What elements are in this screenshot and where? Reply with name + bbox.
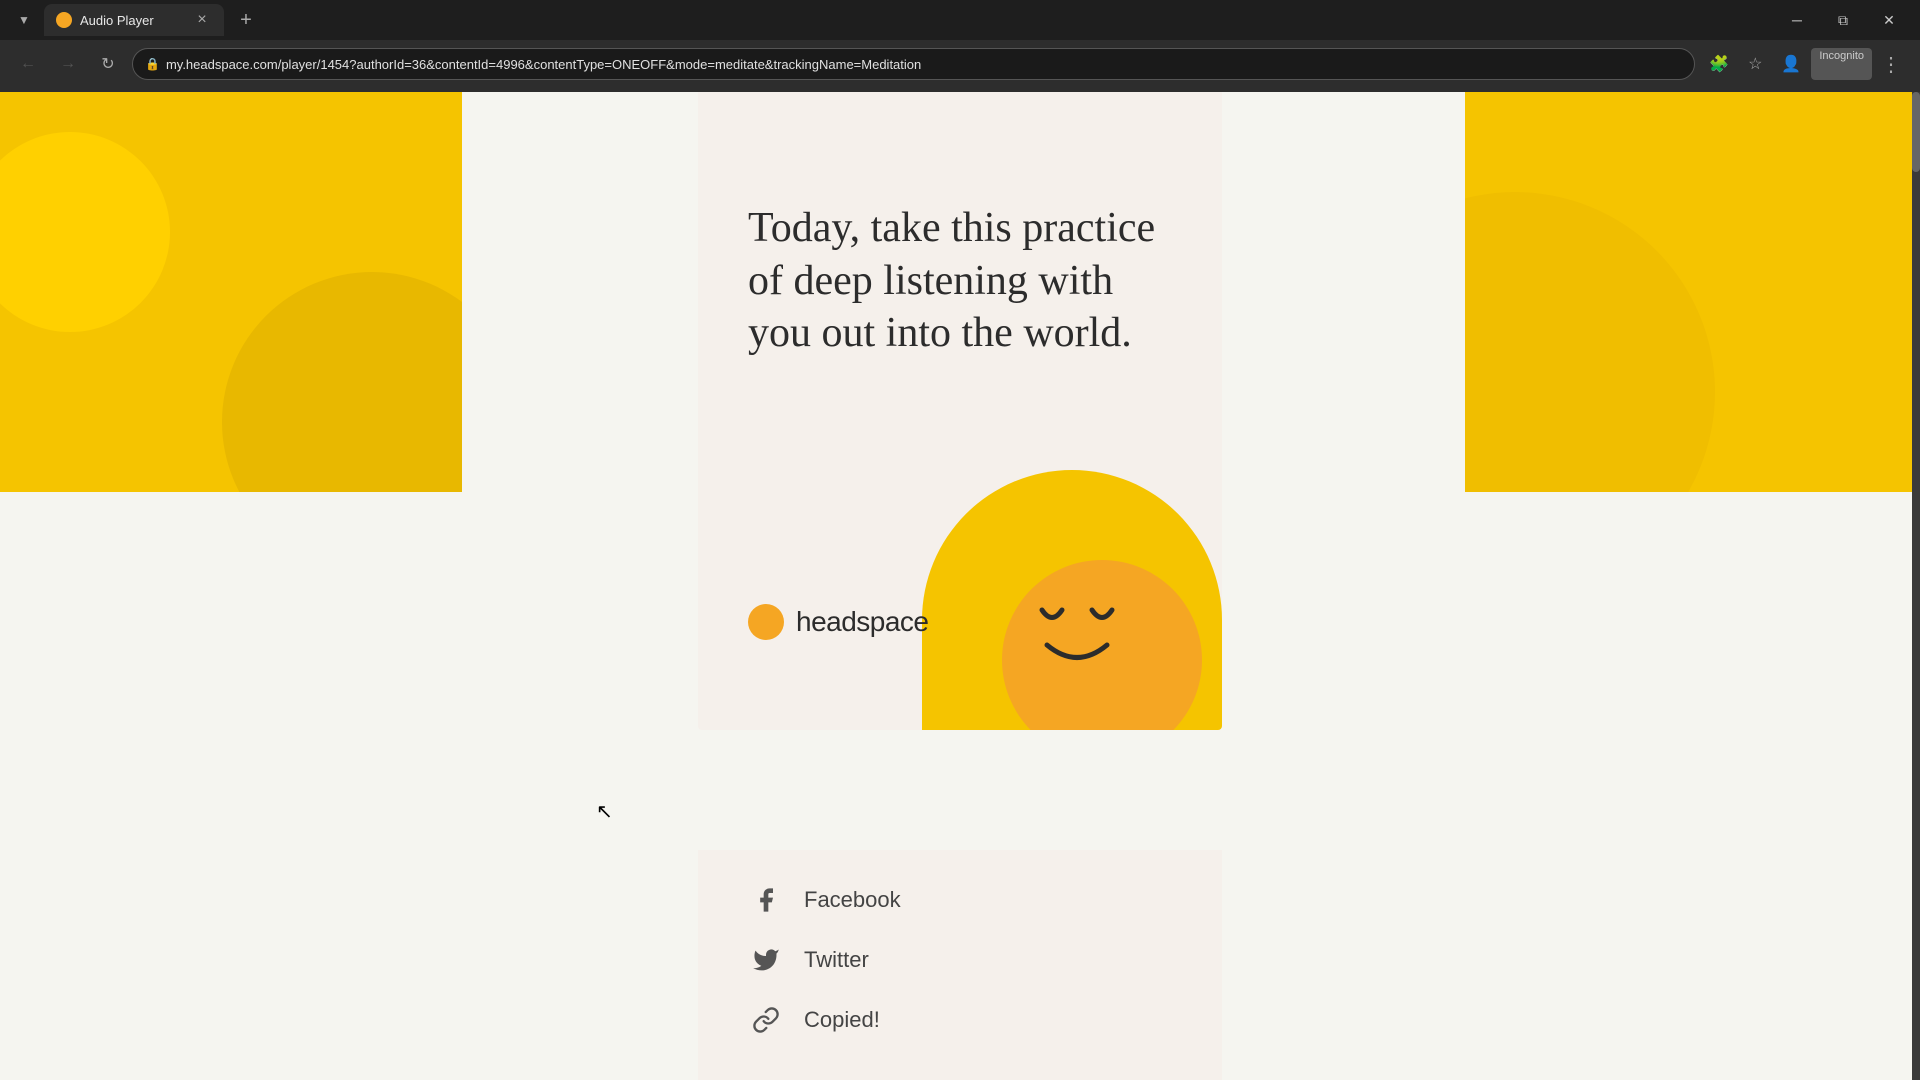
title-bar: ▼ Audio Player × + ─ ⧉ ✕ xyxy=(0,0,1920,40)
reload-icon: ↻ xyxy=(101,54,114,74)
new-tab-button[interactable]: + xyxy=(232,6,260,34)
nav-bar: ← → ↻ 🔒 my.headspace.com/player/1454?aut… xyxy=(0,40,1920,88)
incognito-badge: Incognito xyxy=(1811,48,1872,80)
link-icon xyxy=(748,1002,784,1038)
mouse-cursor: ↖ xyxy=(596,799,613,824)
yellow-bg-right xyxy=(1465,92,1920,492)
tab-title: Audio Player xyxy=(80,13,184,28)
url-text: my.headspace.com/player/1454?authorId=36… xyxy=(166,57,1682,72)
lock-icon: 🔒 xyxy=(145,57,160,71)
user-button[interactable]: 👤 xyxy=(1775,48,1807,80)
quote-text: Today, take this practice of deep listen… xyxy=(748,202,1172,360)
center-card: Today, take this practice of deep listen… xyxy=(698,92,1222,730)
tab-close-button[interactable]: × xyxy=(192,10,212,30)
facebook-icon xyxy=(748,882,784,918)
copied-label: Copied! xyxy=(804,1007,880,1033)
browser-chrome: ▼ Audio Player × + ─ ⧉ ✕ ← → ↻ 🔒 my.head… xyxy=(0,0,1920,92)
user-icon: 👤 xyxy=(1781,54,1801,74)
menu-button[interactable]: ⋮ xyxy=(1876,48,1908,80)
scrollbar-thumb[interactable] xyxy=(1912,92,1920,172)
scrollbar[interactable] xyxy=(1912,92,1920,1080)
page-content: Today, take this practice of deep listen… xyxy=(0,92,1920,1080)
yellow-bg-left xyxy=(0,92,462,492)
address-bar[interactable]: 🔒 my.headspace.com/player/1454?authorId=… xyxy=(132,48,1695,80)
social-section: Facebook Twitter Copied! xyxy=(698,850,1222,1080)
twitter-icon xyxy=(748,942,784,978)
restore-button[interactable]: ⧉ xyxy=(1820,4,1866,36)
active-tab[interactable]: Audio Player × xyxy=(44,4,224,36)
facebook-label: Facebook xyxy=(804,887,901,913)
nav-actions: 🧩 ☆ 👤 Incognito ⋮ xyxy=(1703,48,1908,80)
forward-button[interactable]: → xyxy=(52,48,84,80)
headspace-dot xyxy=(748,604,784,640)
tab-nav-arrow[interactable]: ▼ xyxy=(8,4,40,36)
headspace-logo: headspace xyxy=(748,604,929,640)
bookmark-button[interactable]: ☆ xyxy=(1739,48,1771,80)
character-decoration xyxy=(922,470,1222,730)
headspace-name: headspace xyxy=(796,606,929,638)
back-button[interactable]: ← xyxy=(12,48,44,80)
back-icon: ← xyxy=(20,55,36,73)
extensions-button[interactable]: 🧩 xyxy=(1703,48,1735,80)
menu-icon: ⋮ xyxy=(1881,52,1903,77)
close-button[interactable]: ✕ xyxy=(1866,4,1912,36)
twitter-link[interactable]: Twitter xyxy=(748,930,1172,990)
twitter-label: Twitter xyxy=(804,947,869,973)
copied-item: Copied! xyxy=(748,990,1172,1050)
minimize-button[interactable]: ─ xyxy=(1774,4,1820,36)
extensions-icon: 🧩 xyxy=(1709,54,1729,74)
tab-favicon xyxy=(56,12,72,28)
facebook-link[interactable]: Facebook xyxy=(748,870,1172,930)
reload-button[interactable]: ↻ xyxy=(92,48,124,80)
char-face-svg xyxy=(992,570,1192,690)
bookmark-icon: ☆ xyxy=(1748,54,1762,74)
forward-icon: → xyxy=(60,55,76,73)
